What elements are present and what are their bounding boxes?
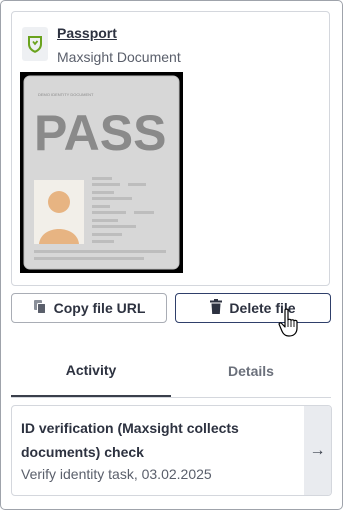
trash-icon [210,299,223,317]
person-silhouette-icon [34,180,84,244]
hand-cursor-icon [278,308,300,338]
task-meta: Verify identity task, 03.02.2025 [21,466,212,482]
task-title: ID verification (Maxsight collects docum… [21,420,239,460]
delete-file-button[interactable]: Delete file [175,293,331,323]
arrow-right-icon[interactable]: → [304,406,331,495]
task-card[interactable]: ID verification (Maxsight collects docum… [11,405,332,496]
tab-activity[interactable]: Activity [11,345,171,397]
copy-file-url-button[interactable]: Copy file URL [11,293,167,323]
copy-file-url-label: Copy file URL [53,300,146,316]
document-title-link[interactable]: Passport [57,25,117,41]
document-card: Passport Maxsight Document DEMO IDENTITY… [11,11,330,286]
document-subtitle: Maxsight Document [57,49,181,65]
document-preview[interactable]: DEMO IDENTITY DOCUMENT PASS [20,72,183,273]
shield-icon [22,27,48,61]
preview-big-word: PASS [34,105,166,161]
tab-details[interactable]: Details [171,345,331,396]
tab-bar: Activity Details [11,345,331,398]
copy-icon [33,299,47,318]
preview-header-text: DEMO IDENTITY DOCUMENT [38,92,94,97]
